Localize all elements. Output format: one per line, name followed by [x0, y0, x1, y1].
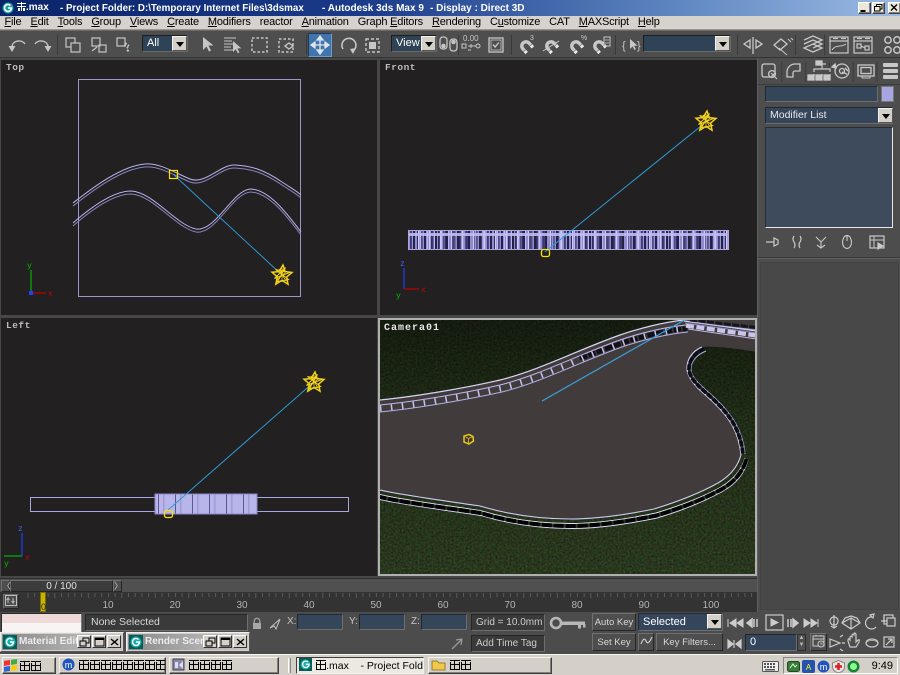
svg-text:%: % — [581, 35, 587, 42]
svg-text:60: 60 — [437, 600, 449, 611]
svg-text:10: 10 — [102, 600, 114, 611]
svg-text:x: x — [25, 554, 30, 563]
svg-text:x: x — [48, 290, 53, 299]
svg-text:y: y — [27, 262, 32, 271]
svg-text:70: 70 — [504, 600, 516, 611]
svg-text:m: m — [820, 662, 828, 672]
svg-text:0.00: 0.00 — [463, 34, 479, 43]
svg-text:}: } — [637, 40, 641, 52]
svg-text:x: x — [421, 286, 426, 295]
svg-text:100: 100 — [703, 600, 720, 611]
svg-text:90: 90 — [638, 600, 650, 611]
svg-text:20: 20 — [169, 600, 181, 611]
svg-text:80: 80 — [571, 600, 583, 611]
svg-text:A: A — [806, 663, 812, 672]
svg-text:50: 50 — [370, 600, 382, 611]
svg-text:40: 40 — [303, 600, 315, 611]
svg-text:Camera01: Camera01 — [384, 323, 440, 334]
svg-text:m: m — [65, 660, 73, 670]
svg-text:y: y — [396, 292, 401, 301]
svg-text:3: 3 — [530, 35, 534, 42]
svg-text:{: { — [622, 40, 626, 52]
svg-text:y: y — [4, 560, 9, 569]
svg-text:z: z — [400, 260, 405, 269]
svg-text:z: z — [18, 525, 23, 534]
svg-text:30: 30 — [236, 600, 248, 611]
